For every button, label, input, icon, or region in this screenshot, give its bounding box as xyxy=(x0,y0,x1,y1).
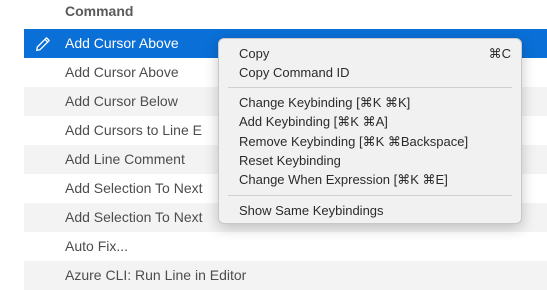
command-label: Add Cursor Below xyxy=(65,93,178,109)
command-label: Add Cursor Above xyxy=(65,35,179,51)
menu-item-change-keybinding[interactable]: Change Keybinding [⌘K ⌘K] xyxy=(239,94,511,112)
column-header-command[interactable]: Command xyxy=(65,3,133,19)
command-label: Azure CLI: Run Line in Editor xyxy=(65,267,247,283)
menu-separator xyxy=(228,195,512,196)
menu-item-show-same-keybindings[interactable]: Show Same Keybindings xyxy=(239,202,511,220)
table-row[interactable]: Azure CLI: Run Line in Editor xyxy=(24,261,547,290)
menu-item-copy[interactable]: Copy ⌘C xyxy=(239,45,511,63)
command-label: Add Line Comment xyxy=(65,151,185,167)
command-label: Add Cursor Above xyxy=(65,64,179,80)
context-menu: Copy ⌘C Copy Command ID Change Keybindin… xyxy=(218,38,522,224)
menu-item-remove-keybinding[interactable]: Remove Keybinding [⌘K ⌘Backspace] xyxy=(239,133,511,151)
menu-item-change-when-expression[interactable]: Change When Expression [⌘K ⌘E] xyxy=(239,171,511,189)
command-label: Add Selection To Next xyxy=(65,209,203,225)
menu-item-shortcut: ⌘C xyxy=(488,46,511,61)
menu-separator xyxy=(228,87,512,88)
menu-item-add-keybinding[interactable]: Add Keybinding [⌘K ⌘A] xyxy=(239,113,511,131)
menu-item-label: Copy xyxy=(239,46,270,61)
command-label: Add Cursors to Line E xyxy=(65,122,202,138)
table-row[interactable]: Auto Fix... xyxy=(24,232,547,261)
menu-item-copy-command-id[interactable]: Copy Command ID xyxy=(239,64,511,82)
menu-item-reset-keybinding[interactable]: Reset Keybinding xyxy=(239,152,511,170)
command-label: Auto Fix... xyxy=(65,238,129,254)
pencil-icon[interactable] xyxy=(35,36,51,52)
command-label: Add Selection To Next xyxy=(65,180,203,196)
